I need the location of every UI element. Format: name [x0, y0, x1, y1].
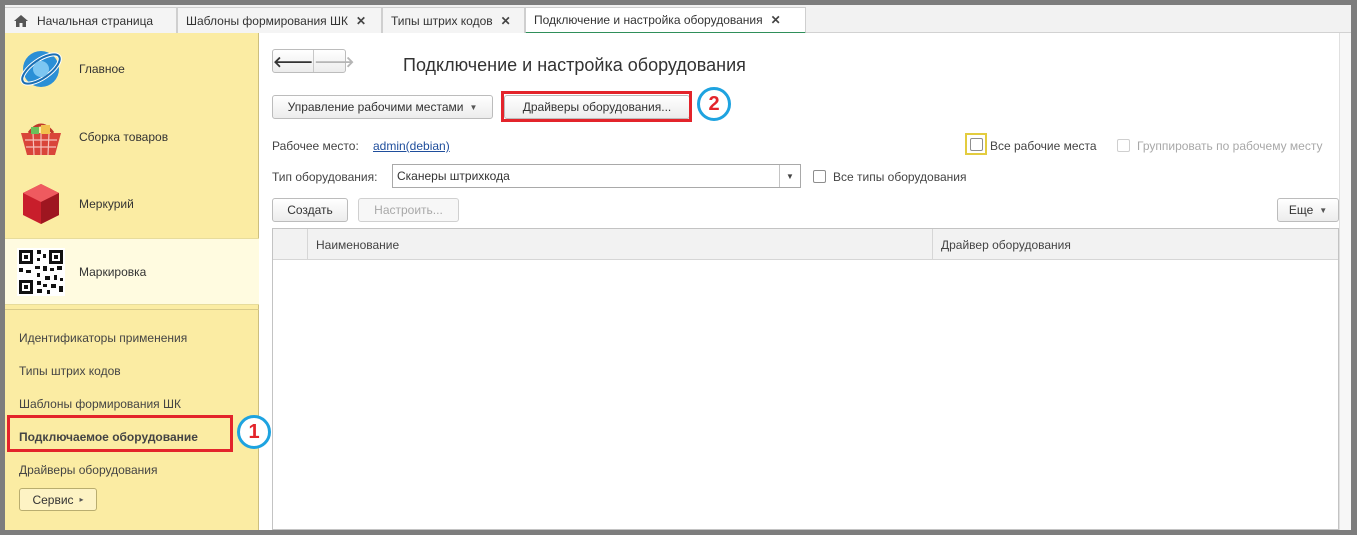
chevron-down-icon: ▼	[469, 102, 478, 112]
column-header-driver[interactable]: Драйвер оборудования	[933, 229, 1340, 260]
section-label: Меркурий	[79, 196, 134, 211]
all-types-checkbox[interactable]	[813, 170, 826, 183]
highlight-box-connected-equipment	[7, 415, 233, 452]
section-label: Главное	[79, 61, 125, 76]
home-icon	[13, 14, 29, 28]
more-button[interactable]: Еще ▼	[1277, 198, 1339, 222]
equipment-type-select[interactable]: Сканеры штрихкода ▼	[392, 164, 801, 188]
section-main[interactable]: Главное	[5, 35, 259, 102]
create-label: Создать	[287, 203, 333, 217]
page-title: Подключение и настройка оборудования	[403, 55, 746, 75]
chevron-down-icon: ▼	[1319, 205, 1328, 215]
tab-equipment-setup[interactable]: Подключение и настройка оборудования ✕	[525, 7, 806, 34]
all-workplaces-label: Все рабочие места	[990, 139, 1097, 153]
section-mercury[interactable]: Меркурий	[5, 170, 259, 237]
tab-barcode-templates[interactable]: Шаблоны формирования ШК ✕	[177, 7, 382, 33]
manage-workplaces-label: Управление рабочими местами	[287, 100, 464, 114]
annotation-badge-1: 1	[237, 415, 271, 449]
app-window: Начальная страница Шаблоны формирования …	[5, 5, 1351, 530]
group-by-workplace-checkbox[interactable]	[1117, 139, 1130, 152]
equipment-type-value: Сканеры штрихкода	[397, 169, 510, 183]
tab-home[interactable]: Начальная страница	[5, 7, 177, 33]
tab-barcode-types[interactable]: Типы штрих кодов ✕	[382, 7, 525, 33]
more-label: Еще	[1288, 203, 1314, 217]
create-button[interactable]: Создать	[272, 198, 348, 222]
sidebar-divider	[5, 309, 259, 310]
tab-label: Начальная страница	[37, 13, 154, 28]
close-icon[interactable]: ✕	[771, 13, 781, 27]
chevron-right-icon: ▸	[79, 495, 84, 504]
sidebar: Главное Сборка товаров Меркурий Маркиров…	[5, 33, 259, 530]
tab-label: Шаблоны формирования ШК	[186, 13, 348, 28]
tab-label: Типы штрих кодов	[391, 13, 493, 28]
sidebar-link-barcode-templates[interactable]: Шаблоны формирования ШК	[19, 397, 181, 411]
section-label: Сборка товаров	[79, 129, 169, 144]
forward-arrow-icon[interactable]: 🡒	[314, 50, 354, 72]
section-label: Маркировка	[79, 264, 147, 279]
dropdown-arrow-icon[interactable]: ▼	[779, 165, 800, 187]
section-marking[interactable]: Маркировка	[5, 238, 259, 305]
table-header-marker	[273, 229, 308, 260]
all-workplaces-checkbox[interactable]	[970, 138, 983, 151]
annotation-badge-2: 2	[697, 87, 731, 121]
back-arrow-icon[interactable]: 🡐	[273, 50, 315, 72]
workplace-label: Рабочее место:	[272, 139, 359, 153]
cube-icon	[17, 180, 65, 228]
manage-workplaces-button[interactable]: Управление рабочими местами ▼	[272, 95, 493, 119]
close-icon[interactable]: ✕	[501, 14, 511, 28]
tab-bar: Начальная страница Шаблоны формирования …	[5, 5, 1351, 34]
qr-code-icon	[17, 247, 65, 296]
all-types-label: Все типы оборудования	[833, 170, 967, 184]
sidebar-link-app-identifiers[interactable]: Идентификаторы применения	[19, 331, 187, 345]
navigation-buttons: 🡐 🡒	[272, 49, 354, 73]
column-header-name[interactable]: Наименование	[308, 229, 933, 260]
section-assembly[interactable]: Сборка товаров	[5, 103, 259, 170]
main-content: 🡐 🡒 Подключение и настройка оборудования…	[260, 33, 1339, 530]
highlight-box-equipment-drivers	[501, 91, 692, 122]
service-label: Сервис	[32, 492, 74, 507]
equipment-type-label: Тип оборудования:	[272, 170, 378, 184]
group-by-workplace-label: Группировать по рабочему месту	[1137, 139, 1323, 153]
close-icon[interactable]: ✕	[356, 14, 366, 28]
vertical-scrollbar[interactable]	[1339, 33, 1351, 530]
equipment-table: Наименование Драйвер оборудования	[272, 228, 1339, 530]
tab-label: Подключение и настройка оборудования	[534, 13, 763, 27]
table-header: Наименование Драйвер оборудования	[273, 229, 1338, 260]
main-section-icon	[17, 45, 65, 93]
configure-button[interactable]: Настроить...	[358, 198, 459, 222]
service-button[interactable]: Сервис ▸	[19, 488, 97, 511]
sidebar-link-equipment-drivers[interactable]: Драйверы оборудования	[19, 463, 158, 477]
sidebar-link-barcode-types[interactable]: Типы штрих кодов	[19, 364, 121, 378]
workplace-link[interactable]: admin(debian)	[373, 139, 450, 153]
configure-label: Настроить...	[374, 203, 443, 217]
basket-icon	[17, 113, 65, 161]
